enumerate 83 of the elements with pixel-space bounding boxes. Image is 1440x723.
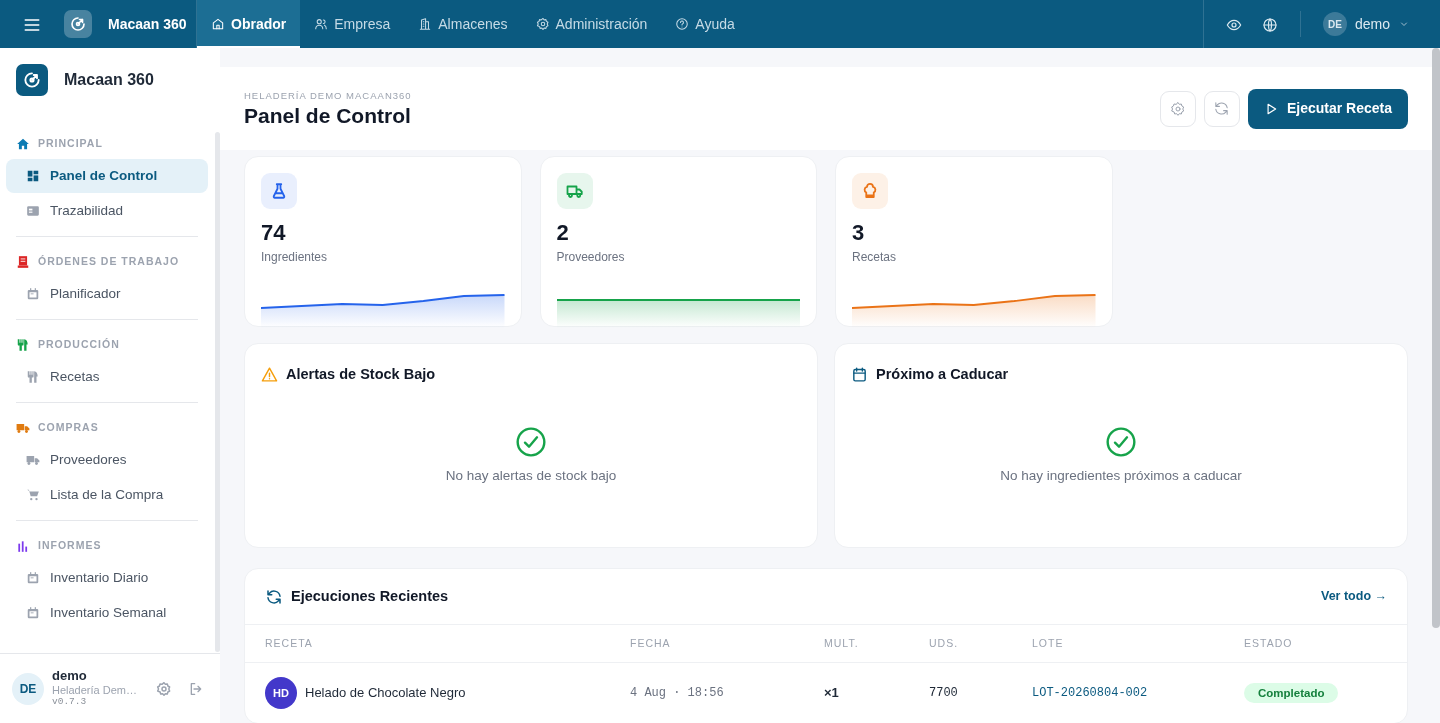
brand-name: Macaan 360	[108, 14, 187, 34]
users-icon	[314, 17, 329, 31]
sidebar-item[interactable]: Recetas	[6, 360, 208, 394]
check-circle-icon	[1105, 425, 1137, 458]
menu-item-icon	[26, 606, 40, 620]
status-badge: Completado	[1244, 683, 1339, 704]
stat-value: 2	[556, 219, 570, 247]
run-recipe-button[interactable]: Ejecutar Receta	[1247, 88, 1408, 129]
sidebar-item[interactable]: Panel de Control	[6, 159, 208, 193]
column-header: UDS.	[929, 635, 960, 651]
sidebar-item[interactable]: Inventario Diario	[6, 561, 208, 595]
help-icon	[675, 17, 690, 31]
table-cell-text: 7700	[929, 685, 959, 702]
view-all-link[interactable]: Ver todo →	[1321, 587, 1387, 606]
menu-item-icon	[26, 204, 40, 218]
refresh-icon	[265, 587, 283, 606]
nav-tab[interactable]: Almacenes	[404, 0, 522, 48]
section-title: PRODUCCIÓN	[38, 336, 120, 352]
table-cell-text: ×1	[824, 684, 840, 703]
column-header: MULT.	[824, 635, 860, 651]
settings-icon	[156, 681, 172, 698]
stat-label: Recetas	[852, 248, 898, 266]
sidebar-item[interactable]: Lista de la Compra	[6, 478, 208, 512]
lot-link[interactable]: LOT-20260804-002	[1032, 684, 1244, 702]
stat-value: 74	[261, 219, 287, 247]
menu-item-icon	[26, 571, 40, 585]
avatar: DE	[12, 672, 44, 705]
panel-title: Ejecuciones Recientes	[291, 586, 449, 606]
section-title: PRINCIPAL	[38, 135, 103, 151]
company-name: Heladería Dem…	[52, 684, 138, 697]
nav-tab[interactable]: Empresa	[300, 0, 405, 48]
scrollbar-thumb[interactable]	[215, 132, 220, 652]
settings-button[interactable]	[1159, 90, 1196, 127]
stat-label: Proveedores	[556, 248, 626, 266]
column-header: FECHA	[630, 635, 672, 651]
logo-mark	[22, 70, 42, 90]
version-text: v0.7.3	[52, 696, 88, 708]
globe-icon	[1261, 16, 1278, 33]
section-title: ÓRDENES DE TRABAJO	[38, 253, 180, 269]
panel-title: Próximo a Caducar	[876, 365, 1009, 384]
panel-title: Alertas de Stock Bajo	[286, 365, 436, 384]
recipe-avatar: HD	[265, 677, 297, 709]
sidebar-item[interactable]: Proveedores	[6, 443, 208, 477]
column-header: RECETA	[265, 635, 314, 651]
stat-value: 3	[852, 219, 866, 247]
scrollbar-thumb[interactable]	[1432, 48, 1440, 628]
calendar-icon	[851, 366, 868, 384]
avatar: DE	[1322, 12, 1347, 36]
stat-label: Ingredientes	[261, 248, 329, 266]
refresh-button[interactable]	[1203, 90, 1240, 127]
brand-name: Macaan 360	[64, 70, 154, 90]
logout-icon	[188, 681, 204, 698]
section-title: COMPRAS	[38, 419, 99, 435]
column-header: ESTADO	[1244, 635, 1294, 651]
recipe-name: Helado de Chocolate Negro	[305, 684, 466, 703]
logo-mark	[69, 15, 87, 33]
table-cell-text: 4 Aug · 18:56	[630, 685, 725, 702]
check-circle-icon	[515, 425, 547, 458]
user-name: demo	[52, 669, 88, 685]
settings-icon	[1169, 100, 1186, 117]
menu-item-icon	[26, 488, 40, 502]
refresh-icon	[1213, 100, 1231, 117]
warning-icon	[261, 366, 278, 384]
empty-message: No hay ingredientes próximos a caducar	[1000, 466, 1242, 485]
section-title: INFORMES	[38, 537, 102, 553]
menu-item-icon	[26, 453, 40, 467]
sidebar-item[interactable]: Planificador	[6, 277, 208, 311]
user-menu[interactable]: DE demo	[1316, 6, 1416, 42]
nav-tab[interactable]: Administración	[521, 0, 662, 48]
menu-item-icon	[26, 169, 40, 183]
empty-message: No hay alertas de stock bajo	[445, 466, 617, 485]
menu-item-icon	[26, 287, 40, 301]
page-title: Panel de Control	[244, 103, 412, 129]
nav-tab[interactable]: Obrador	[197, 0, 301, 48]
sidebar-item[interactable]: Inventario Semanal	[6, 596, 208, 630]
nav-tab[interactable]: Ayuda	[661, 0, 749, 48]
column-header: LOTE	[1032, 635, 1065, 651]
settings-icon	[535, 17, 550, 31]
home-icon	[211, 17, 225, 31]
menu-item-icon	[26, 370, 40, 384]
company-label: HELADERÍA DEMO MACAAN360	[244, 88, 412, 103]
sidebar-item[interactable]: Trazabilidad	[6, 194, 208, 228]
building-icon	[418, 17, 433, 31]
